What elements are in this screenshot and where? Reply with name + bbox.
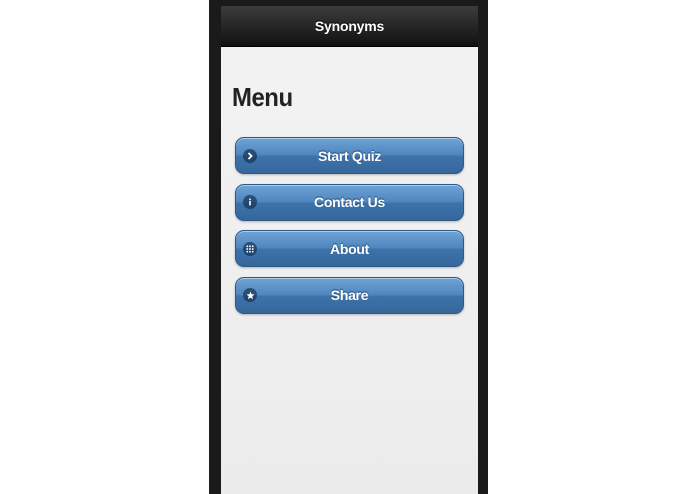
header-title: Synonyms [314, 18, 385, 34]
contact-us-button[interactable]: Contact Us [235, 183, 464, 221]
about-button[interactable]: About [235, 230, 464, 267]
menu-item-label: About [330, 240, 369, 257]
menu-list: Start Quiz Contact Us About Share [235, 137, 465, 323]
info-icon [243, 195, 257, 209]
device-frame: Synonyms Menu Start Quiz Contact Us Abou… [209, 0, 488, 494]
menu-item-label: Start Quiz [317, 147, 382, 164]
star-icon [243, 288, 257, 302]
header-bar: Synonyms [221, 6, 478, 47]
start-quiz-button[interactable]: Start Quiz [235, 137, 464, 174]
chevron-right-icon [243, 148, 257, 163]
page-title: Menu [232, 82, 293, 112]
menu-item-label: Share [330, 287, 369, 303]
share-button[interactable]: Share [235, 276, 464, 314]
grid-icon [243, 241, 257, 256]
menu-item-label: Contact Us [314, 194, 385, 210]
app-screen: Synonyms Menu Start Quiz Contact Us Abou… [221, 6, 478, 494]
